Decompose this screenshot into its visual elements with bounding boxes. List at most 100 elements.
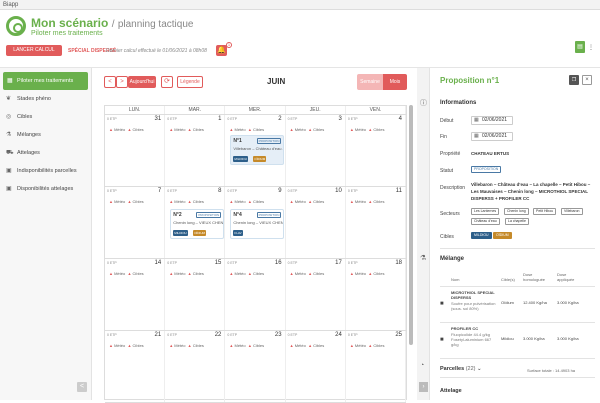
day-warnings: ▲ Météo ▲ Cibles — [350, 271, 385, 276]
end-date-field[interactable]: 02/06/2021 — [471, 132, 513, 141]
calendar-day[interactable]: 0 ETP 23 ▲ Météo ▲ Cibles — [225, 331, 286, 402]
flask-icon: ⚗ — [6, 132, 12, 138]
calendar-week: 0 ETP 21 ▲ Météo ▲ Cibles 0 ETP 22 ▲ Météo ▲ … — [105, 331, 407, 403]
expand-panel-icon[interactable]: › — [419, 382, 428, 392]
surface-total: Surface totale : 14.4903 ha — [527, 368, 576, 373]
bell-icon[interactable]: 🔔 — [216, 45, 227, 56]
view-month-button[interactable]: Mois — [383, 74, 407, 90]
legend-button[interactable]: Légende — [177, 76, 203, 88]
calendar-day[interactable]: 0 ETP 24 ▲ Météo ▲ Cibles — [286, 331, 346, 402]
info-icon[interactable]: ⓘ — [420, 98, 427, 108]
day-warnings: ▲ Météo ▲ Cibles — [290, 271, 325, 276]
prev-button[interactable]: < — [104, 76, 116, 88]
sidebar-item-piloter[interactable]: ▦ Piloter mes traitements — [3, 72, 88, 90]
etp-label: 0 ETP — [167, 333, 177, 337]
day-number: 25 — [395, 332, 403, 338]
warn-meteo: Météo — [114, 127, 126, 132]
warn-cibles: Cibles — [313, 271, 325, 276]
calendar-day[interactable]: 0 ETP 17 ▲ Météo ▲ Cibles — [286, 259, 346, 330]
sidebar-item-label: Attelages — [17, 150, 40, 156]
warning-icon: ▲ — [247, 127, 252, 132]
sector-chip: Villebaron — [561, 208, 583, 215]
warning-icon: ▲ — [368, 343, 373, 348]
calendar-day[interactable]: 0 ETP 8 ▲ Météo ▲ Cibles N°2 PROPOSITION Chen… — [165, 187, 226, 258]
etp-label: 0 ETP — [287, 189, 298, 193]
calendar-day[interactable]: 0 ETP 2 ▲ Météo ▲ Cibles N°1 PROPOSITION Vill… — [225, 115, 286, 186]
warning-icon: ▲ — [127, 127, 132, 132]
warn-meteo: Météo — [354, 127, 367, 132]
calendar-day[interactable]: 0 ETP 25 ▲ Météo ▲ Cibles — [346, 331, 407, 402]
run-calc-button[interactable]: LANCER CALCUL — [6, 45, 62, 56]
warning-icon: ▲ — [229, 127, 234, 132]
treatment-event[interactable]: N°1 PROPOSITION Villebaron – Château d'eau… — [230, 135, 285, 165]
warning-icon: ▲ — [289, 127, 294, 132]
etp-label: 0 ETP — [227, 117, 238, 121]
calendar-day[interactable]: 0 ETP 7 ▲ Météo ▲ Cibles — [105, 187, 166, 258]
next-button[interactable]: > — [116, 76, 128, 88]
parcels-toggle[interactable]: Parcelles (22) ⌄ — [440, 366, 482, 372]
sidebar-item-indispo[interactable]: ▣ Indisponibilités parcelles — [0, 162, 91, 180]
close-icon[interactable]: × — [582, 75, 592, 85]
view-week-button[interactable]: Semaine — [357, 74, 383, 90]
today-button[interactable]: Aujourd'hui — [128, 76, 156, 88]
etp-label: 0 ETP — [227, 261, 238, 265]
calendar-day[interactable]: 0 ETP 15 ▲ Météo ▲ Cibles — [165, 259, 226, 330]
calendar-scrollbar[interactable] — [409, 105, 413, 345]
calendar-day[interactable]: 0 ETP 4 ▲ Météo ▲ Cibles — [346, 115, 407, 186]
calendar-day[interactable]: 0 ETP 3 ▲ Météo ▲ Cibles — [286, 115, 346, 186]
property-label: Propriété — [440, 151, 461, 157]
flask-icon[interactable]: ⚗ — [420, 254, 426, 262]
event-name: N°1 — [233, 138, 242, 144]
treatment-event[interactable]: N°2 PROPOSITION Chenin long – VIEUX CHENIN… — [170, 209, 225, 239]
day-warnings: ▲ Météo ▲ Cibles — [169, 343, 204, 348]
sidebar-item-stades[interactable]: ❦ Stades phéno — [0, 90, 91, 108]
calendar-icon: ▦ — [7, 78, 13, 84]
sidebar-item-label: Mélanges — [17, 132, 41, 138]
calendar-day[interactable]: 0 ETP 21 ▲ Météo ▲ Cibles — [105, 331, 166, 402]
calendar-day[interactable]: 0 ETP 22 ▲ Météo ▲ Cibles — [165, 331, 226, 402]
copy-icon[interactable]: ❐ — [569, 75, 579, 85]
section-melange: Mélange — [440, 256, 465, 262]
day-warnings: ▲ Météo ▲ Cibles — [290, 127, 325, 132]
day-warnings: ▲ Météo ▲ Cibles — [290, 343, 325, 348]
logo-icon — [6, 16, 26, 36]
sidebar-item-cibles[interactable]: ◎ Cibles — [0, 108, 91, 126]
calendar-day[interactable]: 0 ETP 31 ▲ Météo ▲ Cibles — [105, 115, 166, 186]
calendar-day[interactable]: 0 ETP 18 ▲ Météo ▲ Cibles — [346, 259, 407, 330]
warning-icon: ▲ — [349, 199, 354, 204]
etp-label: 0 ETP — [347, 117, 358, 121]
parcels-count: (22) — [465, 366, 476, 372]
warning-icon: ▲ — [187, 271, 192, 276]
sidebar-item-label: Stades phéno — [17, 96, 51, 102]
calendar-check-icon: ▣ — [6, 186, 12, 192]
sidebar-item-dispo[interactable]: ▣ Disponibilités attelages — [0, 180, 91, 198]
day-number: 14 — [154, 260, 162, 266]
treatment-event[interactable]: N°4 PROPOSITION Chenin long – VIEUX CHENIN… — [230, 209, 285, 239]
event-status-badge: PROPOSITION — [196, 212, 222, 218]
warning-icon: ▲ — [169, 127, 174, 132]
calendar-day[interactable]: 0 ETP 9 ▲ Météo ▲ Cibles N°4 PROPOSITION Chen… — [225, 187, 286, 258]
day-warnings: ▲ Météo ▲ Cibles — [229, 127, 264, 132]
more-icon[interactable]: ⋮ — [588, 44, 594, 51]
warning-icon: ▲ — [229, 271, 234, 276]
map-icon[interactable]: ◔ — [420, 362, 424, 369]
refresh-icon[interactable]: ⟳ — [161, 76, 173, 88]
warn-meteo: Météo — [174, 271, 186, 276]
collapse-sidebar-icon[interactable]: < — [77, 382, 87, 392]
warning-icon: ▲ — [247, 271, 252, 276]
day-number: 1 — [218, 116, 222, 122]
calendar-day[interactable]: 0 ETP 16 ▲ Météo ▲ Cibles — [225, 259, 286, 330]
divider — [440, 377, 595, 378]
calendar-day[interactable]: 0 ETP 10 ▲ Météo ▲ Cibles — [286, 187, 346, 258]
calendar-day[interactable]: 0 ETP 11 ▲ Météo ▲ Cibles — [346, 187, 407, 258]
export-icon[interactable]: ▤ — [575, 41, 585, 53]
calendar-day[interactable]: 0 ETP 14 ▲ Météo ▲ Cibles — [105, 259, 166, 330]
warn-cibles: Cibles — [192, 199, 204, 204]
event-name: N°2 — [173, 212, 182, 218]
status-label: Statut — [440, 168, 454, 174]
etp-label: 0 ETP — [107, 189, 117, 193]
calendar-day[interactable]: 0 ETP 1 ▲ Météo ▲ Cibles — [165, 115, 226, 186]
sidebar-item-melanges[interactable]: ⚗ Mélanges — [0, 126, 91, 144]
sidebar-item-attelages[interactable]: ⛟ Attelages — [0, 144, 91, 162]
start-date-field[interactable]: 02/06/2021 — [471, 116, 513, 125]
